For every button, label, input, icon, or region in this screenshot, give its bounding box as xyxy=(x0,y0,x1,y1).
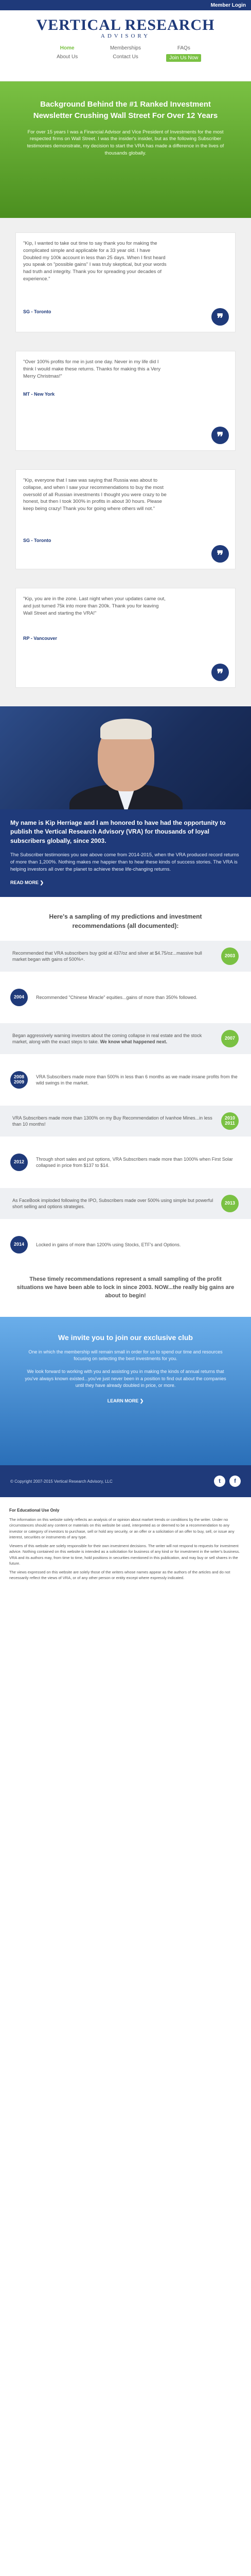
nav-home[interactable]: Home xyxy=(38,45,96,51)
invite-paragraph: We look forward to working with you and … xyxy=(25,1369,226,1388)
main-nav: Home Memberships FAQs About Us Contact U… xyxy=(38,45,213,62)
testimonial-author: RP - Vancouver xyxy=(23,636,57,641)
testimonial-quote: "Kip, I wanted to take out time to say t… xyxy=(23,241,167,282)
year-badge: 2013 xyxy=(221,1195,239,1213)
hero-title: Background Behind the #1 Ranked Investme… xyxy=(33,100,218,120)
year-badge: 2003 xyxy=(221,947,239,965)
testimonial-author: SG - Toronto xyxy=(23,309,51,314)
recommendation-emphasis: We know what happened next. xyxy=(100,1039,167,1045)
disclaimer-paragraph: Viewers of this website are solely respo… xyxy=(9,1544,240,1566)
learn-more-link[interactable]: LEARN MORE ❯ xyxy=(107,1398,144,1404)
testimonial-card: "Kip, I wanted to take out time to say t… xyxy=(15,232,236,332)
testimonials-section: "Kip, I wanted to take out time to say t… xyxy=(0,218,251,706)
year-badge: 2004 xyxy=(10,989,28,1007)
nav-contact[interactable]: Contact Us xyxy=(96,54,154,62)
site-header: VERTICAL RESEARCH ADVISORY Home Membersh… xyxy=(0,10,251,81)
hero-body: For over 15 years I was a Financial Advi… xyxy=(27,129,224,156)
recommendation-text: VRA Subscribers made more than 1300% on … xyxy=(12,1115,212,1127)
invite-section: We invite you to join our exclusive club… xyxy=(0,1317,251,1466)
recommendation-text: Recommended "Chinese Miracle" equities..… xyxy=(36,994,198,1000)
quote-icon: ❞ xyxy=(211,545,229,563)
disclaimer-paragraph: The views expressed on this website are … xyxy=(9,1570,230,1581)
testimonial-author: MT - New York xyxy=(23,392,55,397)
facebook-icon[interactable]: f xyxy=(229,1476,241,1487)
hero-section: Background Behind the #1 Ranked Investme… xyxy=(0,81,251,218)
year-badge: 2008 2009 xyxy=(10,1071,28,1089)
bio-body: The Subscriber testimonies you see above… xyxy=(10,852,239,872)
testimonial-quote: "Kip, you are in the zone. Last night wh… xyxy=(23,596,166,616)
nav-memberships[interactable]: Memberships xyxy=(96,45,154,51)
recommendation-text: Recommended that VRA subscribers buy gol… xyxy=(12,950,202,962)
closing-statement: These timely recommendations represent a… xyxy=(0,1265,251,1317)
testimonial-quote: "Kip, everyone that I saw was saying tha… xyxy=(23,478,167,512)
bio-section: My name is Kip Herriage and I am honored… xyxy=(0,706,251,897)
copyright-text: © Copyright 2007-2015 Vertical Research … xyxy=(10,1479,113,1484)
year-badge: 2012 xyxy=(10,1154,28,1172)
quote-icon: ❞ xyxy=(211,664,229,681)
year-badge: 2014 xyxy=(10,1236,28,1254)
nav-about[interactable]: About Us xyxy=(38,54,96,62)
testimonial-author: SG - Toronto xyxy=(23,538,51,543)
recommendation-row: Locked in gains of more than 1200% using… xyxy=(0,1229,251,1261)
author-photo xyxy=(0,706,251,809)
recommendation-row: As FaceBook imploded following the IPO, … xyxy=(0,1188,251,1219)
testimonial-card: "Kip, you are in the zone. Last night wh… xyxy=(15,588,236,688)
recommendation-row: VRA Subscribers made more than 500% in l… xyxy=(0,1064,251,1096)
testimonial-quote: "Over 100% profits for me in just one da… xyxy=(23,359,161,379)
recommendation-row: Began aggressively warning investors abo… xyxy=(0,1023,251,1055)
twitter-icon[interactable]: t xyxy=(214,1476,225,1487)
testimonial-card: "Kip, everyone that I saw was saying tha… xyxy=(15,469,236,569)
disclaimer-title: For Educational Use Only xyxy=(9,1508,60,1513)
recommendation-row: Recommended that VRA subscribers buy gol… xyxy=(0,941,251,972)
logo-title[interactable]: VERTICAL RESEARCH xyxy=(0,16,251,34)
recommendation-row: Through short sales and put options, VRA… xyxy=(0,1147,251,1178)
recommendation-row: VRA Subscribers made more than 1300% on … xyxy=(0,1106,251,1137)
testimonial-card: "Over 100% profits for me in just one da… xyxy=(15,351,236,451)
recommendations-list: Recommended that VRA subscribers buy gol… xyxy=(0,941,251,1261)
recommendation-row: Recommended "Chinese Miracle" equities..… xyxy=(0,982,251,1013)
quote-icon: ❞ xyxy=(211,427,229,444)
recommendation-text: VRA Subscribers made more than 500% in l… xyxy=(36,1074,238,1086)
invite-title: We invite you to join our exclusive club xyxy=(58,1333,193,1342)
invite-paragraph: One in which the membership will remain … xyxy=(28,1349,223,1362)
site-footer: © Copyright 2007-2015 Vertical Research … xyxy=(0,1465,251,1498)
year-badge: 2010 2011 xyxy=(221,1112,239,1130)
recommendation-text: Through short sales and put options, VRA… xyxy=(36,1156,233,1168)
quote-icon: ❞ xyxy=(211,308,229,326)
disclaimer-paragraph: The information on this website solely r… xyxy=(9,1517,235,1539)
join-us-button[interactable]: Join Us Now xyxy=(166,54,202,62)
read-more-link[interactable]: READ MORE ❯ xyxy=(10,880,44,886)
bio-heading: My name is Kip Herriage and I am honored… xyxy=(10,819,226,844)
recommendation-text: Locked in gains of more than 1200% using… xyxy=(36,1242,181,1247)
nav-faqs[interactable]: FAQs xyxy=(155,45,213,51)
top-bar: Member Login xyxy=(0,0,251,10)
year-badge: 2007 xyxy=(221,1030,239,1048)
recommendations-heading: Here's a sampling of my predictions and … xyxy=(49,913,202,929)
recommendation-text: As FaceBook imploded following the IPO, … xyxy=(12,1197,213,1210)
disclaimer-section: For Educational Use Only The information… xyxy=(0,1497,251,1595)
recommendations-section: Here's a sampling of my predictions and … xyxy=(0,897,251,1266)
social-links: t f xyxy=(214,1476,241,1487)
member-login-link[interactable]: Member Login xyxy=(211,3,246,8)
